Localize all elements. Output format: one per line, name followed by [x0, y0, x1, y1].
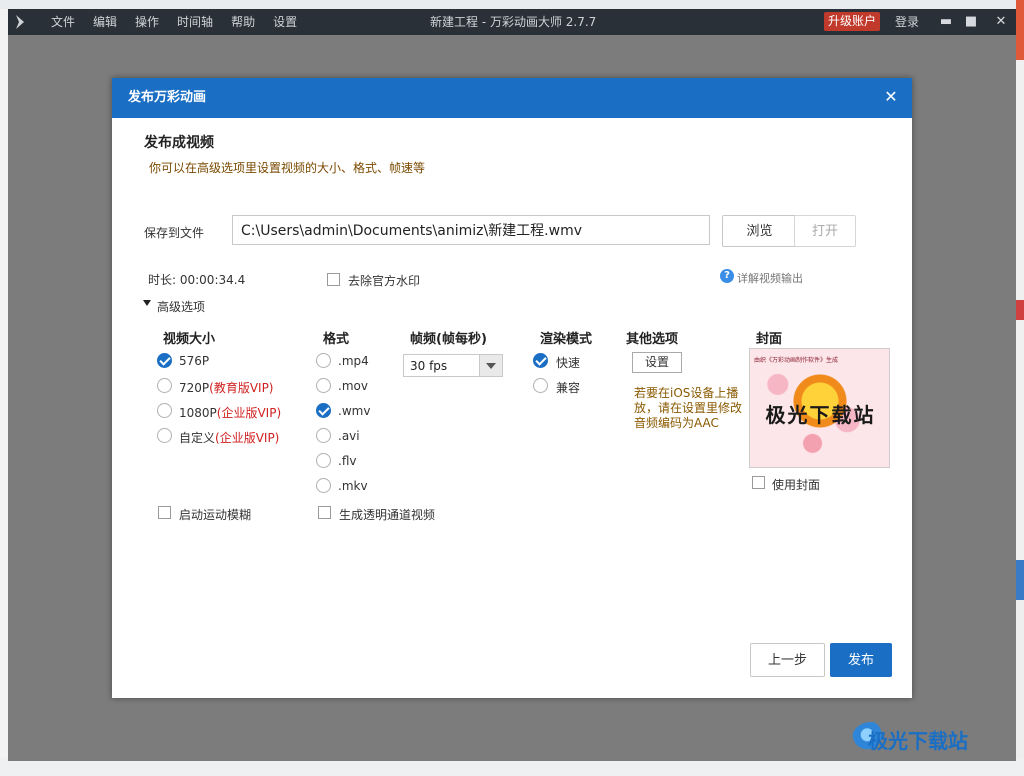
- motion-blur-checkbox[interactable]: [158, 506, 171, 519]
- menu-edit[interactable]: 编辑: [84, 9, 126, 35]
- other-options-heading: 其他选项: [626, 332, 679, 347]
- size-option-1080p: 1080P(企业版VIP): [179, 406, 282, 420]
- open-button[interactable]: 打开: [794, 215, 856, 247]
- format-radio-avi[interactable]: [316, 428, 331, 443]
- menu-bar: 文件 编辑 操作 时间轴 帮助 设置: [42, 9, 306, 35]
- publish-dialog: 发布万彩动画 ✕ 发布成视频 你可以在高级选项里设置视频的大小、格式、帧速等 保…: [112, 78, 912, 698]
- format-option-avi: .avi: [338, 429, 360, 443]
- minimize-icon[interactable]: ▬: [933, 9, 959, 35]
- login-button[interactable]: 登录: [895, 9, 919, 35]
- format-option-mp4: .mp4: [338, 354, 369, 368]
- remove-watermark-checkbox[interactable]: [327, 273, 340, 286]
- size-radio-1080p[interactable]: [157, 403, 172, 418]
- upgrade-account-button[interactable]: 升级账户: [824, 12, 881, 31]
- render-option-compat: 兼容: [556, 381, 581, 395]
- size-radio-576p[interactable]: [157, 353, 172, 368]
- cover-caption: 由织《万彩动画制作软件》生成: [754, 357, 839, 364]
- background-right-strip: [1016, 0, 1024, 776]
- format-heading: 格式: [323, 332, 350, 347]
- site-watermark: 极光下载站: [868, 729, 968, 753]
- size-option-custom: 自定义(企业版VIP): [179, 431, 280, 445]
- size-option-576p: 576P: [179, 354, 210, 368]
- menu-timeline[interactable]: 时间轴: [168, 9, 222, 35]
- render-option-fast: 快速: [556, 356, 581, 370]
- title-bar: 文件 编辑 操作 时间轴 帮助 设置 新建工程 - 万彩动画大师 2.7.7 升…: [8, 9, 1016, 35]
- size-option-720p: 720P(教育版VIP): [179, 381, 274, 395]
- render-mode-heading: 渲染模式: [540, 332, 593, 347]
- menu-action[interactable]: 操作: [126, 9, 168, 35]
- close-icon[interactable]: ✕: [880, 86, 902, 108]
- alpha-channel-checkbox[interactable]: [318, 506, 331, 519]
- render-radio-compat[interactable]: [533, 378, 548, 393]
- format-radio-mp4[interactable]: [316, 353, 331, 368]
- cover-title-text: 极光下载站: [765, 403, 876, 427]
- other-settings-button[interactable]: 设置: [632, 352, 682, 373]
- menu-settings[interactable]: 设置: [264, 9, 306, 35]
- format-radio-flv[interactable]: [316, 453, 331, 468]
- dialog-header: 发布万彩动画 ✕: [112, 78, 912, 118]
- help-icon[interactable]: ?: [720, 269, 734, 283]
- background-top-strip: [0, 0, 1024, 9]
- dialog-title: 发布万彩动画: [128, 90, 207, 105]
- close-window-icon[interactable]: ✕: [988, 9, 1014, 35]
- fps-value: 30 fps: [410, 359, 448, 373]
- cover-image[interactable]: 由织《万彩动画制作软件》生成 极光下载站: [749, 348, 890, 468]
- chevron-down-icon[interactable]: [479, 355, 502, 376]
- duration-label: 时长: 00:00:34.4: [148, 273, 246, 287]
- window-title: 新建工程 - 万彩动画大师 2.7.7: [430, 15, 597, 29]
- publish-button[interactable]: 发布: [830, 643, 892, 677]
- size-radio-custom[interactable]: [157, 428, 172, 443]
- use-cover-label: 使用封面: [772, 478, 821, 492]
- save-path-input[interactable]: C:\Users\admin\Documents\animiz\新建工程.wmv: [232, 215, 710, 245]
- format-option-mkv: .mkv: [338, 479, 368, 493]
- format-radio-mkv[interactable]: [316, 478, 331, 493]
- format-option-mov: .mov: [338, 379, 368, 393]
- alpha-channel-label: 生成透明通道视频: [339, 508, 436, 522]
- maximize-icon[interactable]: ■: [958, 9, 984, 35]
- fps-heading: 帧频(帧每秒): [410, 332, 487, 347]
- render-radio-fast[interactable]: [533, 353, 548, 368]
- fps-select[interactable]: 30 fps: [403, 354, 503, 377]
- help-video-output-link[interactable]: 详解视频输出: [737, 270, 803, 286]
- app-logo-icon: [16, 15, 24, 29]
- format-option-flv: .flv: [338, 454, 357, 468]
- use-cover-checkbox[interactable]: [752, 476, 765, 489]
- cover-heading: 封面: [756, 332, 783, 347]
- ios-audio-note: 若要在iOS设备上播放，请在设置里修改音频编码为AAC: [634, 386, 743, 430]
- advanced-options-toggle[interactable]: 高级选项: [157, 298, 205, 315]
- save-to-file-label: 保存到文件: [144, 226, 205, 240]
- format-radio-wmv[interactable]: [316, 403, 331, 418]
- video-size-heading: 视频大小: [163, 332, 216, 347]
- remove-watermark-label: 去除官方水印: [348, 274, 421, 288]
- section-subtitle: 你可以在高级选项里设置视频的大小、格式、帧速等: [149, 161, 426, 175]
- menu-file[interactable]: 文件: [42, 9, 84, 35]
- advanced-expand-icon[interactable]: [143, 300, 151, 306]
- motion-blur-label: 启动运动模糊: [179, 508, 252, 522]
- format-option-wmv: .wmv: [338, 404, 371, 418]
- format-radio-mov[interactable]: [316, 378, 331, 393]
- browse-button[interactable]: 浏览: [722, 215, 797, 247]
- section-title: 发布成视频: [144, 135, 214, 151]
- previous-step-button[interactable]: 上一步: [750, 643, 825, 677]
- menu-help[interactable]: 帮助: [222, 9, 264, 35]
- size-radio-720p[interactable]: [157, 378, 172, 393]
